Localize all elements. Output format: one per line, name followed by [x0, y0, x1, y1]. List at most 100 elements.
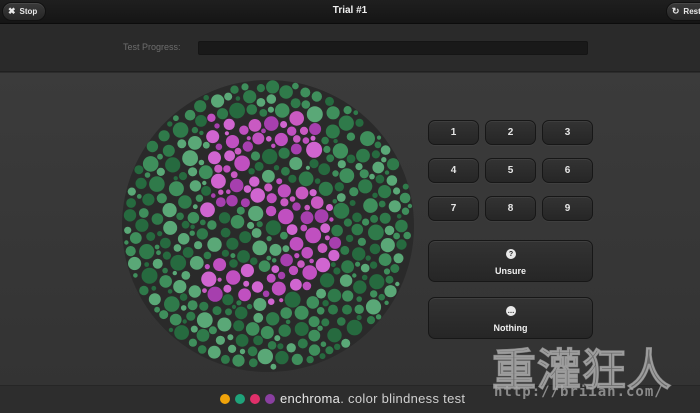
plate-dot-background — [173, 176, 178, 181]
plate-dot-background — [341, 338, 351, 348]
plate-dot-background — [266, 255, 272, 261]
plate-dot-figure — [267, 298, 275, 305]
plate-dot-background — [274, 335, 281, 342]
plate-dot-background — [230, 215, 245, 229]
plate-dot-background — [256, 98, 266, 107]
brand-tagline: color blindness test — [348, 391, 466, 406]
answer-button-7[interactable]: 7 — [428, 196, 479, 221]
plate-dot-background — [148, 293, 161, 306]
plate-dot-figure — [279, 298, 284, 303]
plate-dot-background — [358, 179, 373, 194]
plate-dot-background — [226, 237, 239, 250]
answer-button-2[interactable]: 2 — [485, 120, 536, 145]
plate-dot-background — [333, 138, 338, 144]
plate-dot-background — [184, 109, 196, 121]
plate-dot-background — [274, 103, 290, 118]
plate-dot-background — [365, 255, 371, 261]
answer-button-6[interactable]: 6 — [542, 158, 593, 183]
plate-dot-background — [250, 151, 261, 161]
plate-dot-background — [154, 244, 160, 250]
plate-dot-background — [403, 231, 412, 240]
answer-label: 6 — [564, 165, 571, 176]
plate-dot-background — [365, 299, 382, 315]
plate-dot-background — [154, 306, 160, 313]
plate-dot-background — [345, 234, 354, 243]
plate-dot-background — [321, 318, 330, 327]
plate-dot-background — [370, 290, 378, 298]
plate-dot-figure — [243, 185, 252, 193]
plate-dot-background — [333, 267, 341, 275]
plate-dot-figure — [211, 193, 216, 198]
plate-dot-figure — [300, 211, 314, 225]
plate-dot-background — [332, 143, 349, 159]
plate-dot-background — [187, 212, 200, 224]
plate-dot-figure — [229, 178, 244, 193]
plate-dot-background — [199, 130, 204, 136]
plate-dot-figure — [224, 150, 235, 162]
plate-dot-background — [146, 232, 156, 241]
answer-button-8[interactable]: 8 — [485, 196, 536, 221]
plate-dot-figure — [264, 183, 273, 192]
plate-dot-background — [262, 169, 275, 183]
restart-button[interactable]: ↻ Restart — [665, 2, 700, 21]
plate-dot-background — [280, 231, 288, 240]
plate-dot-figure — [230, 171, 238, 179]
plate-dot-background — [135, 177, 147, 189]
plate-dot-background — [278, 324, 291, 337]
plate-dot-background — [346, 132, 356, 141]
plate-dot-background — [225, 308, 232, 316]
plate-dot-background — [340, 245, 350, 255]
answer-label: 9 — [564, 203, 571, 214]
answer-button-9[interactable]: 9 — [542, 196, 593, 221]
plate-dot-figure — [288, 265, 299, 276]
plate-dot-figure — [204, 264, 210, 270]
plate-dot-background — [199, 219, 206, 226]
plate-dot-background — [360, 131, 375, 147]
answer-button-5[interactable]: 5 — [485, 158, 536, 183]
plate-dot-background — [144, 172, 151, 178]
plate-dot-background — [356, 314, 362, 321]
plate-dot-figure — [214, 164, 223, 173]
nothing-button[interactable]: … Nothing — [428, 297, 593, 339]
plate-dot-background — [352, 273, 357, 278]
plate-dot-background — [376, 135, 382, 140]
answer-button-3[interactable]: 3 — [542, 120, 593, 145]
plate-dot-figure — [207, 286, 223, 302]
plate-dot-figure — [224, 131, 229, 136]
plate-dot-background — [284, 291, 301, 308]
plate-dot-figure — [265, 205, 277, 217]
plate-dot-background — [178, 172, 188, 181]
plate-dot-background — [369, 173, 375, 180]
answer-label: 8 — [507, 203, 514, 214]
answer-button-4[interactable]: 4 — [428, 158, 479, 183]
plate-dot-figure — [213, 258, 227, 272]
plate-dot-background — [191, 126, 199, 134]
plate-dot-background — [230, 253, 236, 259]
plate-dot-background — [356, 148, 370, 163]
plate-dot-background — [163, 220, 178, 235]
plate-dot-background — [173, 115, 179, 122]
plate-dot-background — [294, 305, 309, 320]
plate-dot-background — [173, 280, 187, 294]
plate-dot-background — [168, 181, 184, 197]
plate-dot-figure — [280, 253, 293, 267]
plate-dot-background — [173, 244, 182, 252]
plate-dot-background — [384, 225, 395, 236]
ellipsis-icon: … — [506, 306, 516, 316]
plate-dot-background — [288, 174, 297, 183]
plate-dot-background — [351, 223, 364, 236]
plate-dot-background — [165, 157, 181, 173]
plate-dot-background — [203, 251, 212, 260]
answer-button-1[interactable]: 1 — [428, 120, 479, 145]
plate-dot-figure — [276, 178, 283, 185]
plate-dot-background — [294, 322, 309, 336]
plate-dot-background — [159, 275, 172, 288]
plate-dot-background — [212, 306, 222, 316]
plate-dot-background — [138, 208, 149, 218]
plate-dot-background — [327, 328, 342, 343]
unsure-button[interactable]: ? Unsure — [428, 240, 593, 282]
plate-dot-background — [142, 193, 155, 206]
plate-dot-background — [401, 207, 410, 215]
plate-dot-background — [222, 294, 234, 306]
plate-dot-background — [359, 169, 369, 179]
